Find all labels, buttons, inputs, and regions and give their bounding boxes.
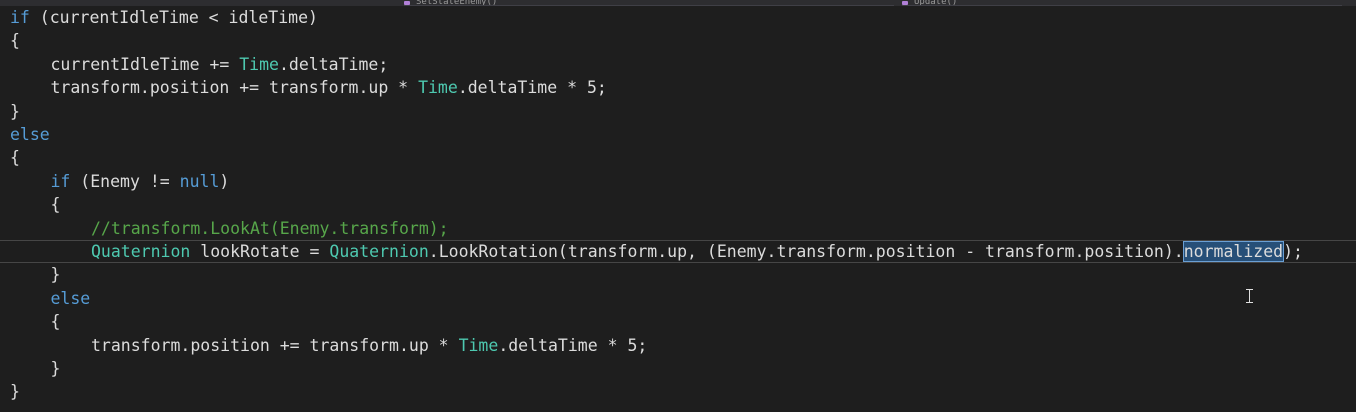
- code-token: lookRotate =: [190, 242, 330, 261]
- code-line[interactable]: }: [0, 357, 1356, 380]
- code-token: Quaternion: [91, 242, 191, 261]
- code-token: (currentIdleTime < idleTime): [29, 8, 318, 27]
- method-icon: [404, 1, 410, 5]
- code-line[interactable]: transform.position += transform.up * Tim…: [0, 76, 1356, 99]
- method-icon: [902, 1, 908, 5]
- code-token: Time: [239, 54, 279, 74]
- code-token: );: [1283, 242, 1303, 261]
- code-token: {: [10, 148, 20, 168]
- code-token: }: [10, 382, 20, 402]
- code-line-current[interactable]: Quaternion lookRotate = Quaternion.LookR…: [0, 240, 1356, 263]
- code-line[interactable]: //transform.LookAt(Enemy.transform);: [0, 217, 1356, 240]
- code-line[interactable]: currentIdleTime += Time.deltaTime;: [0, 53, 1356, 76]
- code-token: .deltaTime;: [279, 54, 389, 74]
- code-line[interactable]: else: [0, 123, 1356, 146]
- code-line[interactable]: {: [0, 310, 1356, 333]
- code-token: transform.position += transform.up *: [50, 78, 419, 98]
- code-token: if: [10, 8, 30, 27]
- code-token: .deltaTime * 5;: [457, 78, 607, 98]
- code-line[interactable]: }: [0, 263, 1356, 286]
- code-line[interactable]: transform.position += transform.up * Tim…: [0, 334, 1356, 357]
- code-line[interactable]: {: [0, 193, 1356, 216]
- code-line[interactable]: }: [0, 100, 1356, 123]
- code-token: if: [50, 171, 71, 191]
- code-token: {: [50, 312, 61, 332]
- code-token: currentIdleTime +=: [50, 54, 240, 74]
- code-token: //transform.LookAt(Enemy.transform);: [91, 218, 449, 238]
- code-line[interactable]: if (Enemy != null): [0, 170, 1356, 193]
- selected-token: normalized: [1182, 241, 1285, 262]
- code-token: transform.position += transform.up *: [91, 335, 459, 355]
- code-token: Time: [418, 78, 458, 98]
- code-editor[interactable]: if (currentIdleTime < idleTime){currentI…: [0, 6, 1356, 412]
- code-token: }: [50, 359, 61, 378]
- member-dropdown-left-label: SetStateEnemy(): [416, 0, 498, 6]
- code-token: {: [10, 31, 20, 51]
- code-line[interactable]: {: [0, 146, 1356, 169]
- code-token: }: [10, 101, 20, 121]
- code-token: ): [219, 171, 230, 191]
- code-token: Quaternion: [329, 242, 429, 261]
- code-line[interactable]: else: [0, 287, 1356, 310]
- code-token: null: [179, 171, 220, 191]
- code-token: Time: [458, 335, 499, 355]
- code-token: .deltaTime * 5;: [498, 335, 648, 355]
- code-line[interactable]: {: [0, 29, 1356, 52]
- code-token: .LookRotation(transform.up, (Enemy.trans…: [428, 242, 1184, 261]
- text-ibeam-cursor-icon: [1245, 289, 1254, 303]
- code-token: (Enemy !=: [70, 171, 180, 191]
- code-line[interactable]: if (currentIdleTime < idleTime): [0, 6, 1356, 29]
- member-dropdown-right-label: Update(): [914, 0, 958, 6]
- code-token: else: [50, 288, 91, 308]
- code-token: {: [50, 195, 61, 215]
- code-token: else: [10, 125, 50, 144]
- code-token: }: [50, 265, 61, 285]
- code-line[interactable]: }: [0, 380, 1356, 403]
